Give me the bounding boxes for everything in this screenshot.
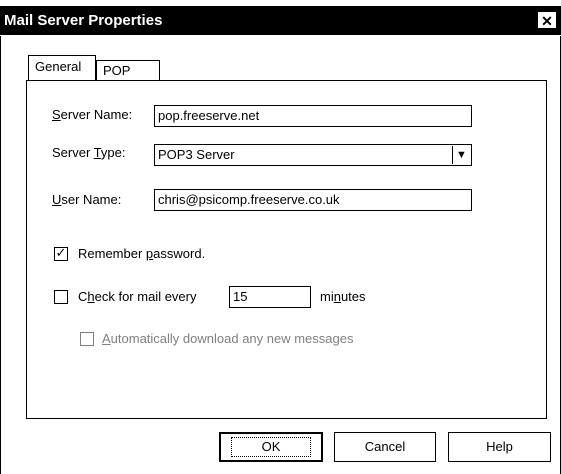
auto-download-label: Automatically download any new messages	[102, 331, 354, 346]
dialog-left-border	[0, 36, 1, 474]
cancel-button[interactable]: Cancel	[334, 432, 436, 462]
window-title: Mail Server Properties	[4, 12, 163, 29]
remember-password-label[interactable]: Remember password.	[78, 246, 205, 261]
tab-pop[interactable]: POP	[96, 60, 160, 80]
help-button-label: Help	[486, 439, 513, 454]
check-mail-checkbox[interactable]	[54, 290, 68, 304]
check-mail-label[interactable]: Check for mail every	[78, 289, 197, 304]
dropdown-arrow[interactable]: ▼	[452, 146, 470, 164]
close-button[interactable]: ✕	[537, 11, 557, 29]
ok-button-label: OK	[230, 437, 312, 457]
close-icon: ✕	[541, 13, 553, 29]
tab-general-label: General	[35, 59, 82, 74]
tab-pop-label: POP	[103, 63, 131, 78]
server-name-field[interactable]: pop.freeserve.net	[154, 105, 472, 127]
title-bar[interactable]: Mail Server Properties ✕	[0, 6, 561, 35]
chevron-down-icon: ▼	[456, 149, 467, 161]
user-name-label: User Name:	[52, 192, 122, 207]
ok-button[interactable]: OK	[219, 432, 323, 462]
server-type-value: POP3 Server	[158, 147, 235, 162]
server-name-value: pop.freeserve.net	[158, 108, 260, 123]
check-interval-field[interactable]: 15	[229, 286, 311, 308]
server-type-select[interactable]: POP3 Server ▼	[154, 144, 472, 166]
cancel-button-label: Cancel	[364, 439, 406, 454]
minutes-label: minutes	[320, 289, 366, 304]
user-name-field[interactable]: chris@psicomp.freeserve.co.uk	[154, 189, 472, 211]
checkmark-icon: ✓	[55, 246, 67, 261]
server-name-label: Server Name:	[52, 107, 133, 122]
mail-server-properties-dialog: Mail Server Properties ✕ General POP Ser…	[0, 0, 561, 474]
tab-general[interactable]: General	[28, 55, 96, 80]
auto-download-checkbox[interactable]	[80, 332, 94, 346]
check-interval-value: 15	[233, 289, 248, 304]
help-button[interactable]: Help	[448, 432, 551, 462]
remember-password-checkbox[interactable]: ✓	[54, 247, 68, 261]
server-type-label: Server Type:	[52, 145, 126, 160]
user-name-value: chris@psicomp.freeserve.co.uk	[158, 192, 340, 207]
